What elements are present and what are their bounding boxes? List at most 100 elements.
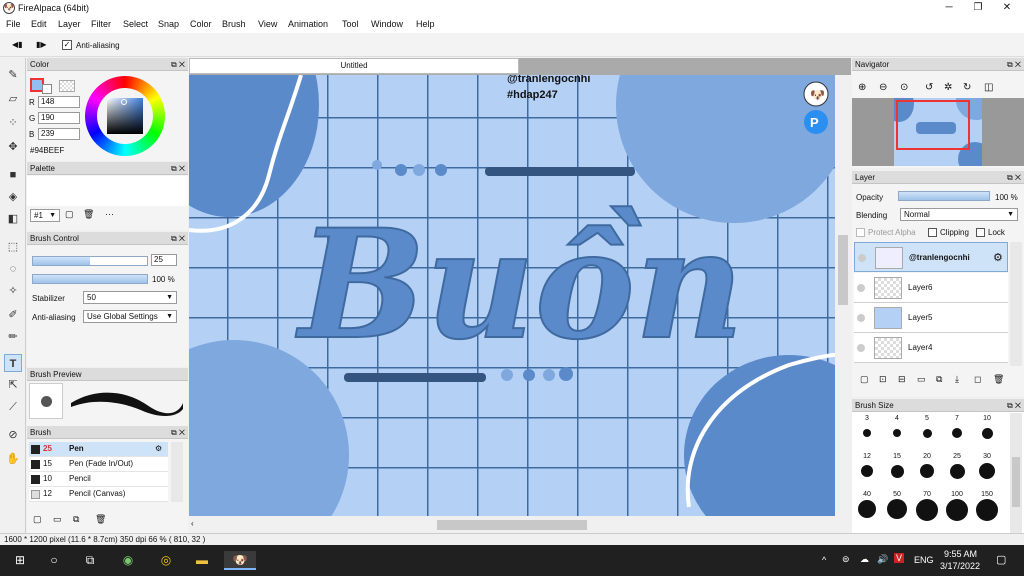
fill-rect-tool-icon[interactable]: ■ bbox=[4, 166, 22, 184]
network-icon[interactable]: ⊜ bbox=[842, 554, 850, 565]
blending-select[interactable]: Normal ▼ bbox=[900, 208, 1018, 221]
brush-size-cell[interactable]: 4 bbox=[882, 415, 912, 453]
panel-controls-icon[interactable]: ⧉ ✕ bbox=[1007, 399, 1021, 412]
delete-layer-icon[interactable]: 🗑 bbox=[993, 374, 1004, 385]
lock-checkbox[interactable] bbox=[976, 228, 985, 237]
close-button[interactable]: ✕ bbox=[992, 0, 1022, 16]
menu-help[interactable]: Help bbox=[416, 19, 435, 29]
document-tab[interactable]: Untitled bbox=[189, 58, 519, 74]
chrome-alt-icon[interactable]: ◉ bbox=[116, 551, 140, 570]
search-icon[interactable]: ○ bbox=[42, 551, 66, 570]
text-tool-icon[interactable]: T bbox=[4, 354, 22, 372]
menu-select[interactable]: Select bbox=[123, 19, 148, 29]
brush-size-cell[interactable]: 15 bbox=[882, 453, 912, 491]
select-pen-icon[interactable]: ✐ bbox=[4, 306, 22, 324]
firealpaca-taskbar-icon[interactable]: 🐶 bbox=[224, 551, 256, 570]
drawing-canvas[interactable]: @tranlengocnhi #hdap247 Buồn 🐶 P bbox=[189, 75, 835, 516]
brush-size-grid[interactable]: 3 4 5 7 10 12 15 20 25 30 40 50 70 100 150 bbox=[852, 413, 1008, 533]
protect-alpha-checkbox[interactable] bbox=[856, 228, 865, 237]
new-brush-icon[interactable]: ▢ bbox=[33, 514, 42, 525]
layer-row-layer6[interactable]: Layer6 bbox=[854, 273, 1008, 303]
dot-tool-icon[interactable]: ⁘ bbox=[4, 114, 22, 132]
file-explorer-icon[interactable]: ▬ bbox=[190, 551, 214, 570]
stabilizer-select[interactable]: 50 ▼ bbox=[83, 291, 177, 304]
panel-controls-icon[interactable]: ⧉ ✕ bbox=[171, 426, 185, 439]
blue-input[interactable]: 239 bbox=[38, 128, 80, 140]
menu-filter[interactable]: Filter bbox=[91, 19, 111, 29]
menu-brush[interactable]: Brush bbox=[222, 19, 246, 29]
menu-color[interactable]: Color bbox=[190, 19, 212, 29]
brush-size-scrollbar[interactable] bbox=[1010, 413, 1022, 533]
eye-icon[interactable] bbox=[858, 254, 866, 262]
new-palette-icon[interactable]: ▢ bbox=[65, 209, 74, 220]
brush-size-cell[interactable]: 30 bbox=[972, 453, 1002, 491]
canvas-horizontal-scrollbar[interactable]: ‹ bbox=[189, 516, 851, 533]
rotate-right-icon[interactable]: ↻ bbox=[963, 82, 971, 93]
prev-frame-button[interactable]: ◀▮ bbox=[12, 40, 23, 49]
task-view-icon[interactable]: ⧉ bbox=[78, 551, 102, 570]
menu-snap[interactable]: Snap bbox=[158, 19, 179, 29]
eye-icon[interactable] bbox=[857, 344, 865, 352]
lasso-tool-icon[interactable]: ◌ bbox=[4, 260, 22, 278]
brush-size-cell[interactable]: 100 bbox=[942, 491, 972, 529]
rotate-reset-icon[interactable]: ✲ bbox=[944, 82, 952, 93]
maximize-button[interactable]: ❐ bbox=[963, 0, 993, 16]
brush-list-scrollbar[interactable] bbox=[171, 442, 183, 502]
menu-edit[interactable]: Edit bbox=[31, 19, 47, 29]
delete-brush-icon[interactable]: 🗑 bbox=[95, 514, 106, 525]
palette-menu-icon[interactable]: ··· bbox=[105, 209, 114, 219]
panel-controls-icon[interactable]: ⧉ ✕ bbox=[171, 162, 185, 175]
windows-start-icon[interactable]: ⊞ bbox=[8, 551, 32, 570]
menu-layer[interactable]: Layer bbox=[58, 19, 81, 29]
eraser-tool-icon[interactable]: ▱ bbox=[4, 90, 22, 108]
navigator-view-rect[interactable] bbox=[896, 100, 970, 150]
canvas-vertical-scrollbar[interactable] bbox=[835, 75, 851, 516]
antialias-checkbox[interactable]: ✓ bbox=[62, 40, 72, 50]
notification-icon[interactable]: ▢ bbox=[996, 553, 1006, 566]
brush-size-cell[interactable]: 3 bbox=[852, 415, 882, 453]
new-folder-icon[interactable]: ▭ bbox=[917, 374, 926, 385]
panel-controls-icon[interactable]: ⧉ ✕ bbox=[171, 58, 185, 71]
merge-layer-icon[interactable]: ⤓ bbox=[955, 374, 959, 385]
zoom-fit-icon[interactable]: ⊙ bbox=[900, 82, 908, 93]
transparent-color-swatch[interactable] bbox=[59, 80, 75, 92]
clipping-checkbox[interactable] bbox=[928, 228, 937, 237]
gradient-tool-icon[interactable]: ◧ bbox=[4, 210, 22, 228]
brush-size-cell[interactable]: 7 bbox=[942, 415, 972, 453]
brush-size-cell[interactable]: 10 bbox=[972, 415, 1002, 453]
zoom-in-icon[interactable]: ⊕ bbox=[858, 82, 866, 93]
brush-size-cell[interactable]: 5 bbox=[912, 415, 942, 453]
color-picker-cursor[interactable] bbox=[121, 99, 127, 105]
brush-item-pen[interactable]: 25 Pen ⚙ bbox=[29, 442, 168, 457]
brush-item-pencil-canvas[interactable]: 12 Pencil (Canvas) bbox=[29, 487, 168, 502]
new-1bit-layer-icon[interactable]: ⊟ bbox=[898, 374, 906, 385]
speaker-icon[interactable]: 🔊 bbox=[877, 554, 888, 565]
clock-time[interactable]: 9:55 AM bbox=[944, 549, 977, 559]
layer-opacity-slider[interactable] bbox=[898, 191, 990, 201]
layer-row-layer5[interactable]: Layer5 bbox=[854, 303, 1008, 333]
color-wheel[interactable] bbox=[85, 76, 165, 156]
palette-swatch-area[interactable] bbox=[27, 176, 188, 206]
select-eraser-icon[interactable]: ✏ bbox=[4, 328, 22, 346]
zoom-out-icon[interactable]: ⊖ bbox=[879, 82, 887, 93]
hand-tool-icon[interactable]: ✋ bbox=[4, 450, 22, 468]
layer-row-watermark[interactable]: @tranlengocnhi ⚙ bbox=[854, 242, 1008, 272]
clock-date[interactable]: 3/17/2022 bbox=[940, 561, 980, 571]
magic-wand-icon[interactable]: ✧ bbox=[4, 282, 22, 300]
brush-size-cell[interactable]: 40 bbox=[852, 491, 882, 529]
duplicate-layer-icon[interactable]: ⧉ bbox=[936, 374, 942, 385]
duplicate-brush-icon[interactable]: ⧉ bbox=[73, 514, 79, 525]
select-tool-icon[interactable]: ⬚ bbox=[4, 238, 22, 256]
rotate-left-icon[interactable]: ↺ bbox=[925, 82, 933, 93]
green-input[interactable]: 190 bbox=[38, 112, 80, 124]
menu-view[interactable]: View bbox=[258, 19, 277, 29]
eye-icon[interactable] bbox=[857, 314, 865, 322]
menu-tool[interactable]: Tool bbox=[342, 19, 359, 29]
panel-controls-icon[interactable]: ⧉ ✕ bbox=[171, 232, 185, 245]
gear-icon[interactable]: ⚙ bbox=[993, 251, 1003, 264]
vertical-scroll-thumb[interactable] bbox=[838, 235, 848, 305]
next-frame-button[interactable]: ▮▶ bbox=[36, 40, 47, 49]
delete-palette-icon[interactable]: 🗑 bbox=[83, 209, 94, 220]
move-tool-icon[interactable]: ✥ bbox=[4, 138, 22, 156]
folder-icon[interactable]: ▭ bbox=[53, 514, 62, 525]
